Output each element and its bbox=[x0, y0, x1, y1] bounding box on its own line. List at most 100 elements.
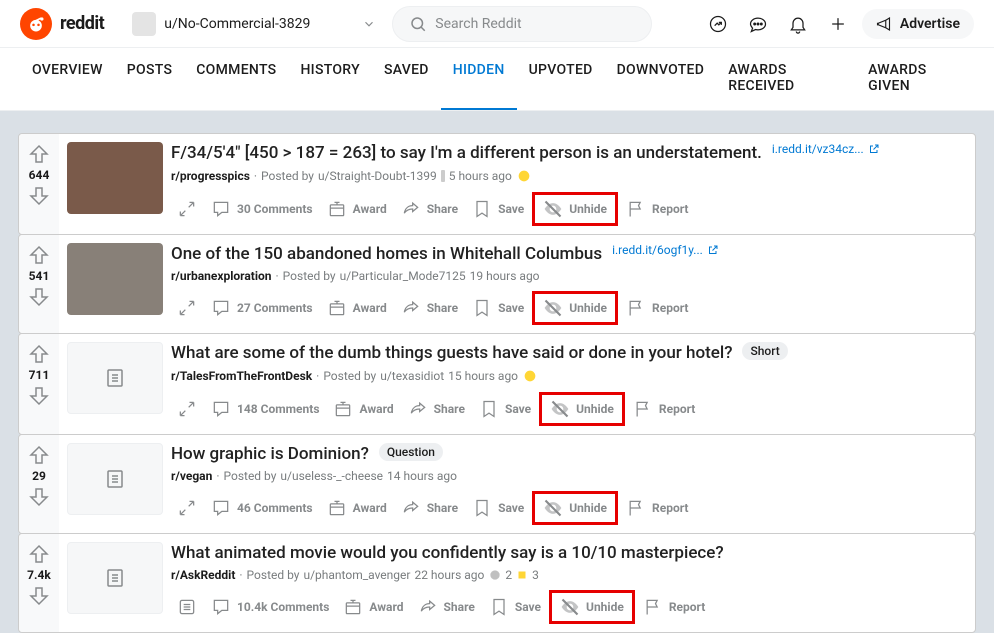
save-button[interactable]: Save bbox=[483, 593, 547, 621]
post-meta: r/urbanexploration · Posted by u/Particu… bbox=[171, 269, 967, 283]
expand-button[interactable] bbox=[171, 395, 203, 423]
create-icon[interactable] bbox=[822, 8, 854, 40]
report-button[interactable]: Report bbox=[637, 593, 711, 621]
posted-by: Posted by bbox=[247, 568, 300, 582]
upvote-button[interactable] bbox=[27, 443, 51, 467]
user-dropdown[interactable]: u/No-Commercial-3829 bbox=[124, 8, 384, 40]
downvote-button[interactable] bbox=[27, 285, 51, 309]
comments-button[interactable]: 30 Comments bbox=[205, 195, 319, 223]
advertise-button[interactable]: Advertise bbox=[862, 9, 974, 39]
post-content: What are some of the dumb things guests … bbox=[171, 334, 975, 434]
post-title[interactable]: What are some of the dumb things guests … bbox=[171, 342, 732, 364]
award-button[interactable]: Award bbox=[321, 494, 393, 522]
subreddit-link[interactable]: r/vegan bbox=[171, 469, 212, 483]
tab-downvoted[interactable]: DOWNVOTED bbox=[605, 48, 717, 110]
chat-icon[interactable] bbox=[742, 8, 774, 40]
unhide-button[interactable]: Unhide bbox=[537, 294, 613, 322]
tab-posts[interactable]: POSTS bbox=[115, 48, 184, 110]
post-external-link[interactable]: i.redd.it/6ogf1y... bbox=[612, 243, 719, 257]
post-thumb[interactable] bbox=[67, 243, 163, 315]
post-title[interactable]: What animated movie would you confidentl… bbox=[171, 542, 724, 564]
post-title[interactable]: How graphic is Dominion? bbox=[171, 443, 369, 465]
subreddit-link[interactable]: r/progresspics bbox=[171, 169, 250, 183]
share-button[interactable]: Share bbox=[395, 494, 464, 522]
comments-button[interactable]: 148 Comments bbox=[205, 395, 325, 423]
subreddit-link[interactable]: r/TalesFromTheFrontDesk bbox=[171, 369, 312, 383]
downvote-button[interactable] bbox=[27, 584, 51, 608]
upvote-button[interactable] bbox=[27, 342, 51, 366]
unhide-button[interactable]: Unhide bbox=[537, 195, 613, 223]
post-thumb-text-icon[interactable] bbox=[67, 342, 163, 414]
cake-icon bbox=[516, 168, 532, 184]
post-flair[interactable]: Question bbox=[379, 443, 443, 461]
tab-comments[interactable]: COMMENTS bbox=[184, 48, 288, 110]
unhide-button[interactable]: Unhide bbox=[544, 395, 620, 423]
badge-icon bbox=[441, 170, 445, 182]
award-button[interactable]: Award bbox=[321, 294, 393, 322]
share-button[interactable]: Share bbox=[412, 593, 481, 621]
report-button[interactable]: Report bbox=[620, 494, 694, 522]
save-button[interactable]: Save bbox=[466, 494, 530, 522]
comments-button[interactable]: 46 Comments bbox=[205, 494, 319, 522]
share-button[interactable]: Share bbox=[402, 395, 471, 423]
posted-by: Posted by bbox=[223, 469, 276, 483]
report-button[interactable]: Report bbox=[627, 395, 701, 423]
author-link[interactable]: u/phantom_avenger bbox=[303, 568, 410, 582]
post: 29 How graphic is Dominion? Question r/v… bbox=[18, 434, 976, 534]
save-button[interactable]: Save bbox=[466, 195, 530, 223]
vote-column: 711 bbox=[19, 334, 59, 434]
author-link[interactable]: u/Straight-Doubt-1399 bbox=[318, 169, 437, 183]
post-flair[interactable]: Short bbox=[742, 342, 787, 360]
upvote-button[interactable] bbox=[27, 243, 51, 267]
notifications-icon[interactable] bbox=[782, 8, 814, 40]
author-link[interactable]: u/texasidiot bbox=[380, 369, 444, 383]
post-title[interactable]: One of the 150 abandoned homes in Whiteh… bbox=[171, 243, 602, 265]
vote-column: 541 bbox=[19, 235, 59, 333]
post-thumb-text-icon[interactable] bbox=[67, 443, 163, 515]
post-content: How graphic is Dominion? Question r/vega… bbox=[171, 435, 975, 533]
subreddit-link[interactable]: r/AskReddit bbox=[171, 568, 235, 582]
upvote-button[interactable] bbox=[27, 142, 51, 166]
unhide-button[interactable]: Unhide bbox=[554, 593, 630, 621]
popular-icon[interactable] bbox=[702, 8, 734, 40]
share-button[interactable]: Share bbox=[395, 195, 464, 223]
tab-awards-given[interactable]: AWARDS GIVEN bbox=[856, 48, 974, 110]
save-button[interactable]: Save bbox=[466, 294, 530, 322]
author-link[interactable]: u/useless-_-cheese bbox=[280, 469, 383, 483]
post-external-link[interactable]: i.redd.it/vz34cz... bbox=[772, 142, 880, 156]
tab-upvoted[interactable]: UPVOTED bbox=[517, 48, 605, 110]
report-button[interactable]: Report bbox=[620, 294, 694, 322]
downvote-button[interactable] bbox=[27, 184, 51, 208]
post-thumb[interactable] bbox=[67, 142, 163, 214]
report-button[interactable]: Report bbox=[620, 195, 694, 223]
brand-logo[interactable]: reddit bbox=[20, 8, 104, 40]
downvote-button[interactable] bbox=[27, 384, 51, 408]
award-button[interactable]: Award bbox=[337, 593, 409, 621]
post: 711 What are some of the dumb things gue… bbox=[18, 333, 976, 435]
expand-button[interactable] bbox=[171, 294, 203, 322]
post-thumb-text-icon[interactable] bbox=[67, 542, 163, 614]
tab-history[interactable]: HISTORY bbox=[288, 48, 372, 110]
subreddit-link[interactable]: r/urbanexploration bbox=[171, 269, 272, 283]
post-title[interactable]: F/34/5'4" [450 > 187 = 263] to say I'm a… bbox=[171, 142, 762, 164]
comments-button[interactable]: 10.4k Comments bbox=[205, 593, 335, 621]
card-view-button[interactable] bbox=[171, 593, 203, 621]
author-link[interactable]: u/Particular_Mode7125 bbox=[340, 269, 466, 283]
search-input[interactable]: Search Reddit bbox=[392, 6, 652, 42]
award-button[interactable]: Award bbox=[327, 395, 399, 423]
expand-button[interactable] bbox=[171, 195, 203, 223]
comments-button[interactable]: 27 Comments bbox=[205, 294, 319, 322]
unhide-button[interactable]: Unhide bbox=[537, 494, 613, 522]
award-button[interactable]: Award bbox=[321, 195, 393, 223]
expand-button[interactable] bbox=[171, 494, 203, 522]
chevron-down-icon bbox=[362, 17, 376, 31]
save-button[interactable]: Save bbox=[473, 395, 537, 423]
downvote-button[interactable] bbox=[27, 485, 51, 509]
post-content: F/34/5'4" [450 > 187 = 263] to say I'm a… bbox=[171, 134, 975, 234]
share-button[interactable]: Share bbox=[395, 294, 464, 322]
tab-saved[interactable]: SAVED bbox=[372, 48, 441, 110]
tab-hidden[interactable]: HIDDEN bbox=[441, 48, 517, 110]
upvote-button[interactable] bbox=[27, 542, 51, 566]
tab-awards-received[interactable]: AWARDS RECEIVED bbox=[716, 48, 856, 110]
tab-overview[interactable]: OVERVIEW bbox=[20, 48, 115, 110]
